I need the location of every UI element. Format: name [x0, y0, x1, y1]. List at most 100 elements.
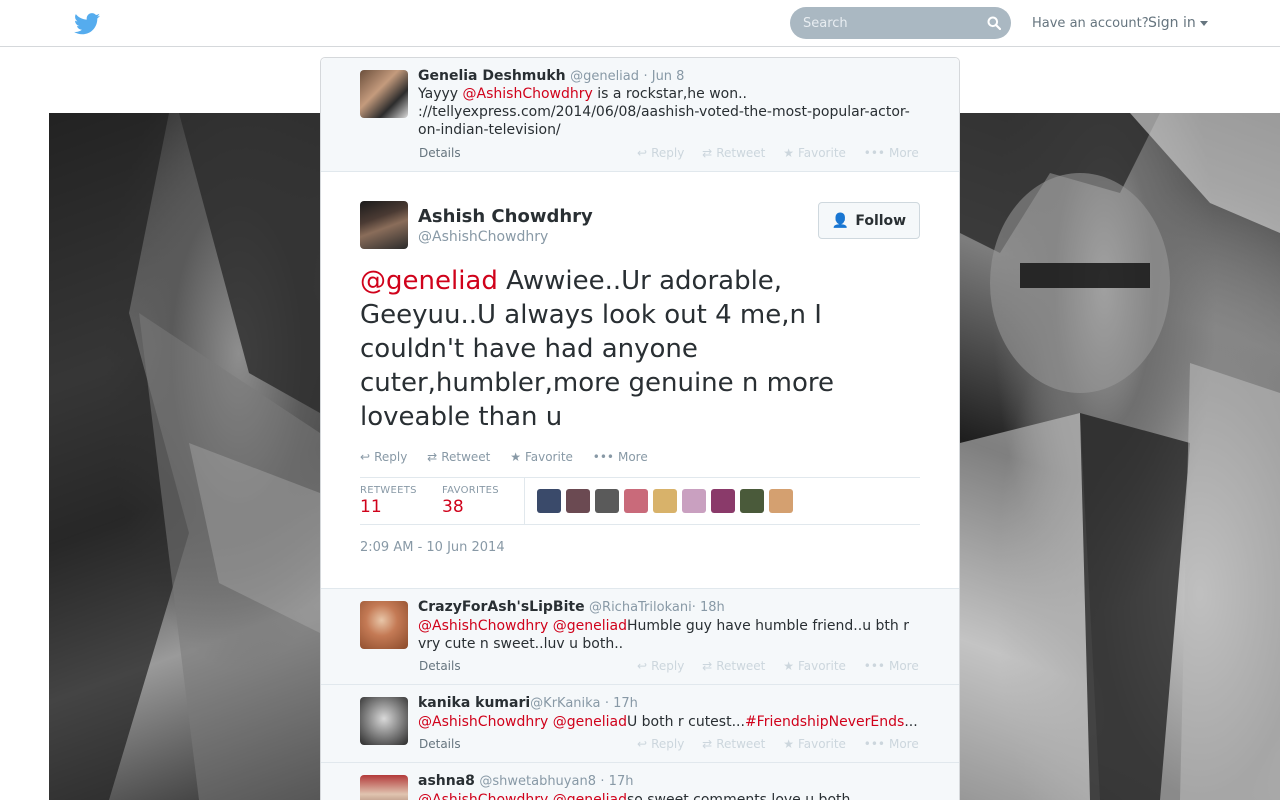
- mention-link[interactable]: @geneliad: [360, 266, 498, 296]
- author-name[interactable]: CrazyForAsh'sLipBite: [418, 599, 585, 615]
- favorites-stat[interactable]: FAVORITES 38: [442, 485, 499, 517]
- avatar[interactable]: [682, 489, 706, 513]
- search-input[interactable]: [790, 7, 980, 39]
- avatar[interactable]: [360, 601, 408, 649]
- author-name[interactable]: kanika kumari: [418, 695, 530, 711]
- reply-button[interactable]: ↩ Reply: [360, 450, 407, 464]
- retweet-button[interactable]: ⇄ Retweet: [702, 659, 765, 673]
- avatar[interactable]: [711, 489, 735, 513]
- reply-tweet[interactable]: kanika kumari@KrKanika · 17h @AshishChow…: [321, 685, 959, 763]
- tweet-actions: ↩ Reply ⇄ Retweet ★ Favorite ••• More: [637, 659, 933, 673]
- author-name[interactable]: ashna8: [418, 773, 475, 789]
- avatar[interactable]: [595, 489, 619, 513]
- twitter-bird-icon[interactable]: [74, 12, 100, 36]
- details-link[interactable]: Details: [419, 659, 461, 673]
- favorite-label: Favorite: [524, 450, 573, 464]
- background-photo-right: [960, 113, 1280, 800]
- author-handle[interactable]: @shwetabhuyan8: [479, 774, 596, 789]
- star-icon: ★: [783, 146, 794, 160]
- avatar[interactable]: [566, 489, 590, 513]
- add-user-icon: 👤: [831, 212, 850, 229]
- favorite-button[interactable]: ★ Favorite: [783, 146, 846, 160]
- sign-in-label: Sign in: [1148, 15, 1196, 31]
- mention-link[interactable]: @AshishChowdhry: [418, 618, 548, 634]
- mention-link[interactable]: @AshishChowdhry: [463, 86, 593, 102]
- ellipsis-icon: •••: [592, 450, 614, 464]
- reply-label: Reply: [374, 450, 408, 464]
- avatar[interactable]: [360, 775, 408, 800]
- sign-in-dropdown[interactable]: Sign in: [1148, 15, 1208, 31]
- retweet-icon: ⇄: [702, 659, 713, 673]
- tweet-ellipsis: ...: [904, 714, 918, 730]
- tweet-time[interactable]: · 17h: [605, 696, 638, 711]
- tweet-actions: ↩ Reply ⇄ Retweet ★ Favorite ••• More: [360, 450, 664, 464]
- retweet-button[interactable]: ⇄ Retweet: [427, 450, 490, 464]
- avatar[interactable]: [769, 489, 793, 513]
- tweet-time[interactable]: · Jun 8: [643, 69, 684, 84]
- hashtag-link[interactable]: #FriendshipNeverEnds: [745, 714, 904, 730]
- author-name[interactable]: Genelia Deshmukh: [418, 68, 566, 84]
- mention-link[interactable]: @geneliad: [553, 618, 627, 634]
- author-handle[interactable]: @AshishChowdhry: [418, 229, 548, 245]
- tweet-time[interactable]: · 17h: [600, 774, 633, 789]
- tweet-permalink-column: Genelia Deshmukh @geneliad · Jun 8 Yayyy…: [320, 57, 960, 800]
- search-icon[interactable]: [987, 16, 1001, 30]
- tweet-text: @AshishChowdhry @geneliadHumble guy have…: [418, 617, 928, 653]
- author-handle[interactable]: @geneliad: [570, 69, 639, 84]
- star-icon: ★: [783, 659, 794, 673]
- avatar[interactable]: [360, 70, 408, 118]
- have-account-text: Have an account?: [1032, 16, 1149, 31]
- mention-link[interactable]: @AshishChowdhry: [418, 714, 548, 730]
- more-button[interactable]: ••• More: [864, 146, 919, 160]
- reply-button[interactable]: ↩ Reply: [637, 146, 684, 160]
- tweet-time[interactable]: · 18h: [692, 600, 725, 615]
- retweets-label: RETWEETS: [360, 485, 417, 496]
- tweet-body: U both r cutest...: [626, 714, 745, 730]
- reply-button[interactable]: ↩ Reply: [637, 659, 684, 673]
- avatar[interactable]: [653, 489, 677, 513]
- mention-link[interactable]: @geneliad: [553, 714, 627, 730]
- reply-label: Reply: [651, 659, 685, 673]
- background-photo-left: [49, 113, 320, 800]
- reply-tweet[interactable]: ashna8 @shwetabhuyan8 · 17h @AshishChowd…: [321, 763, 959, 800]
- tweet-text: @geneliad Awwiee..Ur adorable, Geeyuu..U…: [360, 264, 920, 434]
- author-handle[interactable]: @KrKanika: [530, 696, 600, 711]
- search-box[interactable]: [790, 7, 1011, 39]
- avatar[interactable]: [624, 489, 648, 513]
- follow-button[interactable]: 👤 Follow: [818, 202, 920, 239]
- reply-tweet[interactable]: CrazyForAsh'sLipBite @RichaTrilokani· 18…: [321, 589, 959, 685]
- tweet-timestamp[interactable]: 2:09 AM - 10 Jun 2014: [360, 540, 505, 555]
- avatar[interactable]: [360, 201, 408, 249]
- author-handle[interactable]: @RichaTrilokani: [589, 600, 692, 615]
- details-link[interactable]: Details: [419, 737, 461, 751]
- mention-link[interactable]: @AshishChowdhry: [418, 792, 548, 800]
- retweets-stat[interactable]: RETWEETS 11: [360, 485, 417, 517]
- retweet-button[interactable]: ⇄ Retweet: [702, 737, 765, 751]
- author-name[interactable]: Ashish Chowdhry: [418, 206, 593, 227]
- mention-link[interactable]: @geneliad: [553, 792, 627, 800]
- avatar[interactable]: [537, 489, 561, 513]
- favorites-label: FAVORITES: [442, 485, 499, 496]
- previous-tweet[interactable]: Genelia Deshmukh @geneliad · Jun 8 Yayyy…: [321, 58, 959, 172]
- avatar[interactable]: [740, 489, 764, 513]
- retweet-label: Retweet: [716, 659, 766, 673]
- more-button[interactable]: ••• More: [864, 737, 919, 751]
- favorite-button[interactable]: ★ Favorite: [510, 450, 573, 464]
- retweet-button[interactable]: ⇄ Retweet: [702, 146, 765, 160]
- reply-icon: ↩: [637, 146, 648, 160]
- ellipsis-icon: •••: [863, 146, 885, 160]
- favorite-button[interactable]: ★ Favorite: [783, 737, 846, 751]
- details-link[interactable]: Details: [419, 146, 461, 160]
- retweet-label: Retweet: [716, 146, 766, 160]
- follow-label: Follow: [855, 212, 907, 229]
- retweet-icon: ⇄: [702, 737, 713, 751]
- chevron-down-icon: [1199, 20, 1208, 26]
- star-icon: ★: [510, 450, 521, 464]
- favorite-button[interactable]: ★ Favorite: [783, 659, 846, 673]
- reply-button[interactable]: ↩ Reply: [637, 737, 684, 751]
- more-button[interactable]: ••• More: [593, 450, 648, 464]
- more-button[interactable]: ••• More: [864, 659, 919, 673]
- stats-divider: [524, 478, 525, 524]
- avatar[interactable]: [360, 697, 408, 745]
- favoriter-avatars: [537, 489, 798, 517]
